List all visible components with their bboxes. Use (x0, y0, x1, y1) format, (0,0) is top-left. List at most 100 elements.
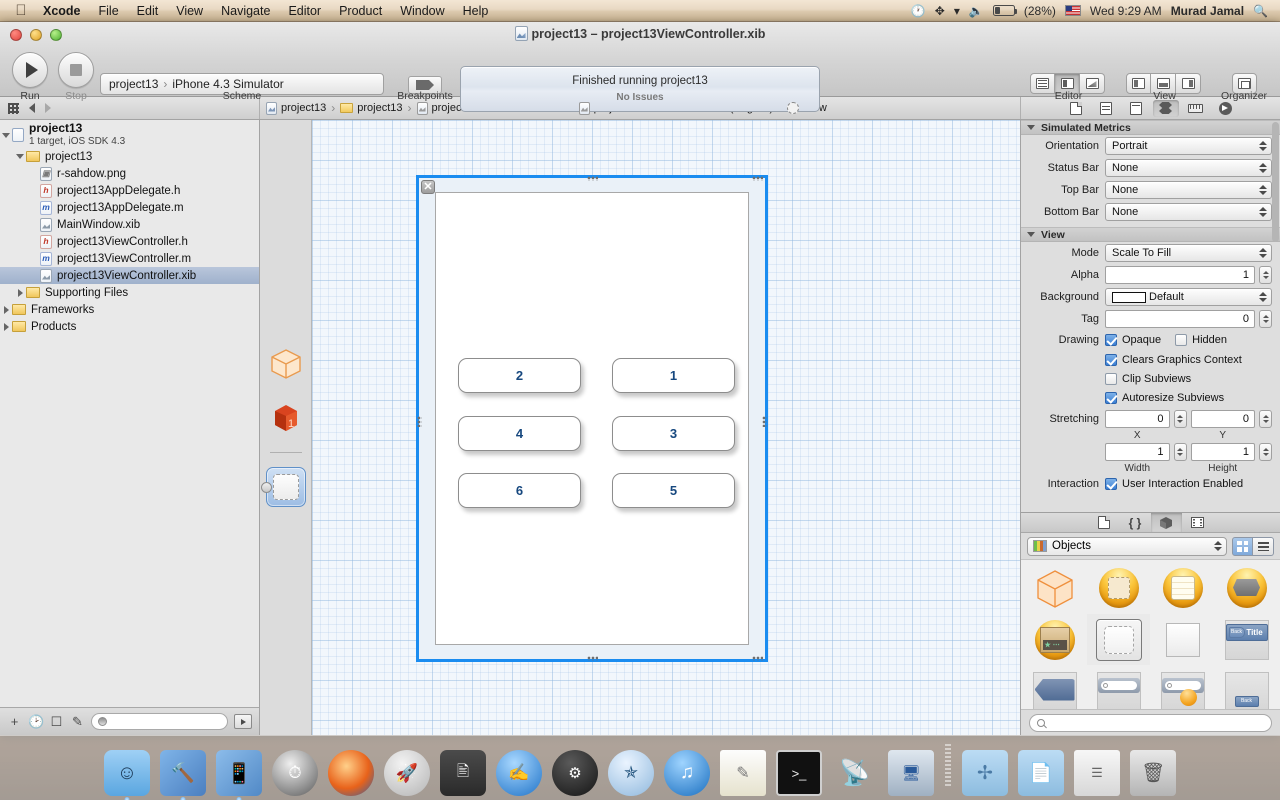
dock-item-finder[interactable]: ☺ (101, 744, 153, 800)
media-library-button[interactable] (1182, 513, 1213, 532)
connections-inspector-button[interactable] (1213, 100, 1239, 117)
ios-button[interactable]: 3 (612, 416, 735, 451)
first-responder-icon[interactable]: 1 (264, 396, 308, 440)
disclosure-triangle-icon[interactable] (0, 305, 12, 314)
stretching-width-input[interactable]: 1 (1105, 443, 1170, 461)
unsaved-files-icon[interactable]: ✎ (70, 714, 85, 730)
file-inspector-button[interactable] (1063, 100, 1089, 117)
stretching-y-stepper[interactable] (1259, 410, 1272, 428)
resize-handle-bottom-right[interactable] (752, 656, 763, 661)
library-item-toolbar[interactable]: Back (1215, 666, 1278, 709)
dock-item-trash[interactable]: 🗑 (1127, 744, 1179, 796)
time-machine-icon[interactable]: 🕐 (911, 4, 926, 18)
menu-item-navigate[interactable]: Navigate (212, 2, 279, 20)
recent-files-icon[interactable]: 🕑 (28, 714, 44, 730)
library-item-search-display-controller[interactable] (1151, 666, 1214, 709)
mode-dropdown[interactable]: Scale To Fill (1105, 244, 1272, 262)
library-item-navigation-controller[interactable] (1215, 562, 1278, 613)
design-canvas[interactable]: ✕ 2 1 4 3 6 5 (312, 120, 1020, 735)
navigator-row[interactable]: ▣ r-sahdow.png (0, 165, 259, 182)
code-snippet-library-button[interactable]: { } (1120, 513, 1151, 532)
breadcrumb-item-project[interactable]: project13 (266, 101, 326, 115)
navigator-row-selected[interactable]: project13ViewController.xib (0, 267, 259, 284)
view-object-icon[interactable] (260, 465, 308, 509)
files-owner-icon[interactable] (264, 342, 308, 386)
library-item-navigation-item[interactable] (1023, 666, 1086, 709)
breadcrumb-item-group[interactable]: project13 (340, 102, 403, 114)
stop-button[interactable] (58, 52, 94, 88)
disclosure-triangle-icon[interactable] (14, 288, 26, 297)
checkbox-autoresize-subviews[interactable]: Autoresize Subviews (1105, 389, 1224, 407)
alpha-stepper[interactable] (1259, 266, 1272, 284)
dock-item-app-store[interactable]: ✍ (493, 744, 545, 796)
disclosure-triangle-icon[interactable] (14, 154, 26, 159)
back-arrow-icon[interactable] (29, 103, 35, 113)
dock-item-documents-folder[interactable]: 📄 (1015, 744, 1067, 796)
stretching-width-stepper[interactable] (1173, 443, 1187, 461)
navigator-row[interactable]: project13 1 target, iOS SDK 4.3 (0, 122, 259, 148)
disclosure-triangle-icon[interactable] (0, 322, 12, 331)
run-button[interactable] (12, 52, 48, 88)
navigator-row[interactable]: h project13ViewController.h (0, 233, 259, 250)
quick-help-button[interactable] (1093, 100, 1119, 117)
attributes-inspector-button[interactable] (1152, 99, 1179, 117)
ios-button[interactable]: 6 (458, 473, 581, 508)
file-template-library-button[interactable] (1089, 513, 1120, 532)
dock-item-mission-control[interactable]: 🖹 (437, 744, 489, 796)
stretching-height-input[interactable]: 1 (1190, 443, 1255, 461)
menu-item-view[interactable]: View (167, 2, 212, 20)
add-icon[interactable]: + (7, 714, 22, 729)
volume-icon[interactable]: 🔈 (969, 4, 984, 18)
stretching-y-input[interactable]: 0 (1190, 410, 1255, 428)
dock-item-itunes[interactable]: ♫ (661, 744, 713, 796)
size-inspector-button[interactable] (1183, 100, 1209, 117)
library-item-view[interactable] (1087, 562, 1150, 613)
source-control-icon[interactable]: ☐ (49, 714, 64, 730)
menu-item-product[interactable]: Product (330, 2, 391, 20)
menu-item-file[interactable]: File (90, 2, 128, 20)
background-color-dropdown[interactable]: Default (1105, 288, 1272, 306)
grid-view-icon[interactable] (1232, 536, 1253, 556)
library-item-search-bar[interactable] (1087, 666, 1150, 709)
tag-input[interactable]: 0 (1105, 310, 1255, 328)
selected-view-item[interactable] (260, 467, 306, 507)
menu-item-edit[interactable]: Edit (128, 2, 168, 20)
bluetooth-icon[interactable]: ✥ (935, 4, 945, 18)
resize-handle-right[interactable] (762, 416, 767, 427)
navigator-row[interactable]: MainWindow.xib (0, 216, 259, 233)
navigator-row[interactable]: m project13ViewController.m (0, 250, 259, 267)
iphone-view-container[interactable]: ✕ 2 1 4 3 6 5 (416, 175, 768, 662)
dock-item-ios-simulator[interactable]: 📱 (213, 744, 265, 800)
library-item-view-generic[interactable] (1087, 614, 1150, 665)
checkbox-user-interaction-enabled[interactable]: User Interaction Enabled (1105, 475, 1243, 493)
dock-item-downloads-stack[interactable]: ☰ (1071, 744, 1123, 796)
us-flag-icon[interactable] (1064, 5, 1081, 16)
library-object-grid[interactable]: ★ ⋯ Back Title Back (1021, 559, 1280, 709)
dock-item-airport-utility[interactable]: 📡 (829, 744, 881, 796)
menubar-user[interactable]: Murad Jamal (1171, 4, 1244, 18)
top-bar-dropdown[interactable]: None (1105, 181, 1272, 199)
ios-button[interactable]: 2 (458, 358, 581, 393)
stretching-height-stepper[interactable] (1259, 443, 1272, 461)
library-search-input[interactable] (1029, 713, 1272, 732)
scrollbar-thumb[interactable] (1272, 122, 1279, 242)
navigator-row[interactable]: project13 (0, 148, 259, 165)
apple-icon[interactable]:  (8, 2, 34, 19)
related-items-icon[interactable] (8, 102, 19, 114)
dock-item-safari[interactable]: ✯ (605, 744, 657, 796)
dock-item-xcode[interactable]: 🔨 (157, 744, 209, 800)
battery-icon[interactable] (992, 5, 1018, 16)
ios-button[interactable]: 4 (458, 416, 581, 451)
disclosure-triangle-icon[interactable] (0, 132, 12, 138)
library-item-navigation-bar[interactable]: Back Title (1215, 614, 1278, 665)
show-hide-button[interactable] (234, 714, 252, 729)
resize-handle-bottom[interactable] (587, 656, 598, 661)
library-view-toggle[interactable] (1232, 536, 1274, 556)
view-canvas-surface[interactable]: 2 1 4 3 6 5 (435, 192, 749, 645)
dock-item-dashboard[interactable]: ⚙ (549, 744, 601, 796)
library-item-tab-bar-controller[interactable]: ★ ⋯ (1023, 614, 1086, 665)
dock-item-applications-folder[interactable]: ✢ (959, 744, 1011, 796)
forward-arrow-icon[interactable] (45, 103, 51, 113)
menu-item-help[interactable]: Help (454, 2, 498, 20)
checkbox-clears-graphics-context[interactable]: Clears Graphics Context (1105, 351, 1242, 369)
